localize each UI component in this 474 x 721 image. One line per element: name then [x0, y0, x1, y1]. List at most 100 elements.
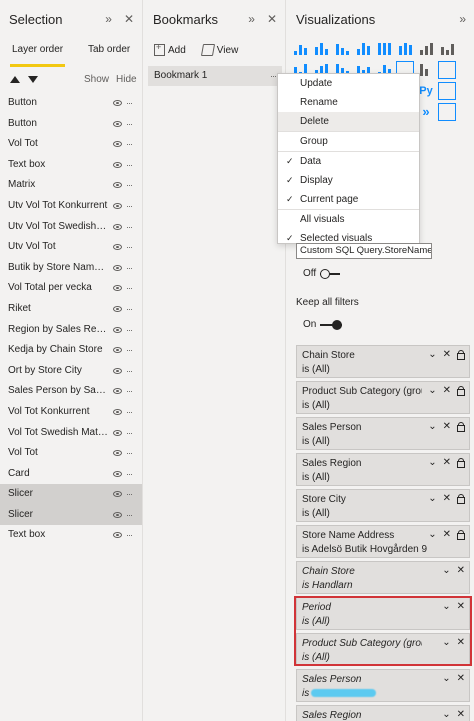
chevron-down-icon[interactable]: ⌄ — [428, 348, 436, 362]
visibility-eye-icon[interactable] — [113, 305, 122, 312]
more-options-icon[interactable]: ··· — [126, 505, 133, 526]
clear-filter-icon[interactable]: ✕ — [457, 636, 465, 650]
visibility-eye-icon[interactable] — [113, 408, 122, 415]
menu-item-rename[interactable]: Rename — [278, 93, 419, 112]
layer-item[interactable]: Button ··· — [0, 93, 142, 114]
add-bookmark-button[interactable]: Add — [154, 42, 186, 56]
lock-icon[interactable] — [457, 458, 465, 468]
filter-card[interactable]: Chain Store is (All) ⌄ ✕ — [296, 345, 470, 378]
view-bookmarks-button[interactable]: View — [200, 44, 238, 56]
layer-item[interactable]: Kedja by Chain Store ··· — [0, 340, 142, 361]
layer-item[interactable]: Riket ··· — [0, 299, 142, 320]
chevron-down-icon[interactable]: ⌄ — [428, 384, 436, 398]
more-options-icon[interactable]: ··· — [126, 525, 133, 546]
more-options-icon[interactable]: ··· — [126, 278, 133, 299]
visibility-eye-icon[interactable] — [113, 161, 122, 168]
layer-item-selected[interactable]: Slicer ··· — [0, 484, 142, 505]
lock-icon[interactable] — [457, 350, 465, 360]
menu-item-update[interactable]: Update — [278, 74, 419, 93]
visibility-eye-icon[interactable] — [113, 264, 122, 271]
layer-item[interactable]: Utv Vol Tot Konkurrent ··· — [0, 196, 142, 217]
more-options-icon[interactable]: ··· — [126, 443, 133, 464]
layer-item[interactable]: Vol Total per vecka ··· — [0, 278, 142, 299]
chevron-down-icon[interactable]: ⌄ — [428, 456, 436, 470]
toggle-switch-off[interactable] — [320, 268, 341, 279]
more-options-icon[interactable]: ··· — [126, 258, 133, 279]
clear-filter-icon[interactable]: ✕ — [443, 456, 451, 470]
close-icon[interactable]: ✕ — [267, 12, 277, 26]
close-icon[interactable]: ✕ — [124, 12, 134, 26]
more-options-icon[interactable]: ··· — [126, 196, 133, 217]
clustered-bar-chart-icon[interactable] — [333, 40, 351, 58]
donut-chart-icon[interactable] — [438, 61, 456, 79]
chevron-down-icon[interactable]: ⌄ — [442, 708, 450, 721]
layer-item[interactable]: Utv Vol Tot Swedish M... ··· — [0, 217, 142, 238]
clear-filter-icon[interactable]: ✕ — [443, 492, 451, 506]
layer-item-selected[interactable]: Slicer ··· — [0, 504, 142, 526]
clear-filter-icon[interactable]: ✕ — [457, 672, 465, 686]
filter-card[interactable]: Store Name Address is Adelsö Butik Hovgå… — [296, 525, 470, 558]
move-down-arrow-icon[interactable] — [28, 76, 38, 83]
more-options-icon[interactable]: ··· — [126, 484, 133, 505]
filter-card[interactable]: Store City is (All) ⌄ ✕ — [296, 489, 470, 522]
visibility-eye-icon[interactable] — [113, 120, 122, 127]
lock-icon[interactable] — [457, 530, 465, 540]
stacked-column-chart-icon[interactable] — [312, 40, 330, 58]
filter-card[interactable]: Product Sub Category (groups) is (All) ⌄… — [296, 381, 470, 414]
clear-filter-icon[interactable]: ✕ — [443, 348, 451, 362]
lock-icon[interactable] — [457, 422, 465, 432]
visibility-eye-icon[interactable] — [113, 450, 122, 457]
clear-filter-icon[interactable]: ✕ — [443, 420, 451, 434]
collapse-chevrons-icon[interactable]: » — [105, 12, 112, 26]
lock-icon[interactable] — [457, 386, 465, 396]
filter-card[interactable]: Chain Store is Handlarn ⌄ ✕ — [296, 561, 470, 594]
filter-card[interactable]: Product Sub Category (groups) is (All) ⌄… — [296, 633, 470, 666]
move-up-arrow-icon[interactable] — [10, 76, 20, 83]
more-options-icon[interactable]: ··· — [126, 93, 133, 114]
filter-card[interactable]: Sales Region ⌄ ✕ — [296, 705, 470, 721]
area-chart-icon[interactable] — [438, 40, 456, 58]
visibility-eye-icon[interactable] — [113, 388, 122, 395]
stacked-bar-chart-icon[interactable] — [291, 40, 309, 58]
more-options-icon[interactable]: ··· — [126, 361, 133, 382]
layer-item[interactable]: Card ··· — [0, 464, 142, 485]
visibility-eye-icon[interactable] — [113, 470, 122, 477]
layer-item[interactable]: Vol Tot Konkurrent ··· — [0, 402, 142, 423]
visibility-eye-icon[interactable] — [113, 532, 122, 539]
menu-item-all-visuals[interactable]: All visuals — [278, 210, 419, 229]
more-options-icon[interactable]: ··· — [126, 464, 133, 485]
more-options-icon[interactable]: ··· — [126, 175, 133, 196]
visibility-eye-icon[interactable] — [113, 326, 122, 333]
line-chart-icon[interactable] — [417, 40, 435, 58]
lock-icon[interactable] — [457, 494, 465, 504]
toggle-switch-on[interactable] — [320, 319, 343, 330]
visibility-eye-icon[interactable] — [113, 491, 122, 498]
collapse-chevrons-icon[interactable]: » — [459, 12, 466, 26]
layer-item[interactable]: Matrix ··· — [0, 175, 142, 196]
layer-item[interactable]: Text box ··· — [0, 155, 142, 176]
filter-card[interactable]: Sales Person is (All) ⌄ ✕ — [296, 417, 470, 450]
visibility-eye-icon[interactable] — [113, 182, 122, 189]
clear-filter-icon[interactable]: ✕ — [457, 600, 465, 614]
visibility-eye-icon[interactable] — [113, 100, 122, 106]
menu-item-display[interactable]: ✓ Display — [278, 171, 419, 190]
layer-item[interactable]: Region by Sales Region ··· — [0, 320, 142, 341]
collapse-chevrons-icon[interactable]: » — [248, 12, 255, 26]
clear-filter-icon[interactable]: ✕ — [443, 528, 451, 542]
bookmark-item[interactable]: Bookmark 1 ··· — [148, 66, 282, 86]
visibility-eye-icon[interactable] — [113, 367, 122, 374]
more-options-icon[interactable]: ··· — [270, 66, 277, 86]
more-options-icon[interactable]: ··· — [126, 217, 133, 238]
tab-layer-order[interactable]: Layer order — [9, 44, 66, 67]
visibility-eye-icon[interactable] — [113, 429, 122, 436]
layer-item[interactable]: Ort by Store City ··· — [0, 361, 142, 382]
chevron-down-icon[interactable]: ⌄ — [428, 492, 436, 506]
menu-item-group[interactable]: Group — [278, 132, 419, 151]
show-all-link[interactable]: Show — [84, 74, 109, 85]
more-options-icon[interactable]: ··· — [126, 155, 133, 176]
tab-tab-order[interactable]: Tab order — [88, 44, 130, 55]
chevron-down-icon[interactable]: ⌄ — [442, 600, 450, 614]
100-stacked-column-chart-icon[interactable] — [396, 40, 414, 58]
clear-filter-icon[interactable]: ✕ — [457, 708, 465, 721]
chevron-down-icon[interactable]: ⌄ — [428, 528, 436, 542]
